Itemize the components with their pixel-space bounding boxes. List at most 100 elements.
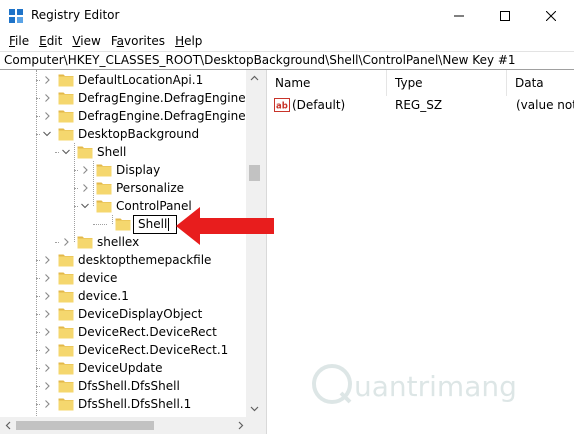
tree-horizontal-scroll-thumb[interactable]: [16, 421, 154, 430]
tree-connector-line: [55, 152, 59, 153]
chevron-down-icon[interactable]: [61, 147, 71, 157]
chevron-right-icon[interactable]: [80, 183, 90, 193]
tree-node[interactable]: DfsShell.DfsShell.1: [0, 395, 246, 413]
minimize-button[interactable]: [436, 0, 482, 31]
column-header-type[interactable]: Type: [387, 70, 507, 96]
tree-connector-line: [74, 188, 78, 189]
chevron-right-icon[interactable]: [42, 309, 52, 319]
menu-view[interactable]: View: [67, 34, 105, 48]
tree-node[interactable]: DeviceDisplayObject: [0, 305, 246, 323]
scroll-left-arrow-icon[interactable]: [4, 421, 13, 430]
watermark-logo-icon: [312, 364, 352, 404]
tree-connector-line: [36, 98, 40, 99]
key-tree-pane: DefaultLocationApi.1 DefragEngine.DefragE…: [0, 70, 263, 434]
tree-connector-line: [55, 242, 59, 243]
close-icon: [546, 10, 556, 21]
tree-node[interactable]: Display: [0, 161, 246, 179]
tree-node-label: Display: [116, 163, 161, 177]
chevron-right-icon[interactable]: [80, 165, 90, 175]
tree-node-label: DefaultLocationApi.1: [78, 73, 204, 87]
value-name: (Default): [292, 98, 346, 112]
folder-icon: [58, 270, 74, 285]
rename-key-input[interactable]: Shell: [133, 215, 177, 234]
folder-icon: [58, 126, 74, 141]
tree-node-label: Personalize: [116, 181, 185, 195]
menu-file[interactable]: File: [4, 34, 34, 48]
tree-node[interactable]: DesktopBackground: [0, 125, 246, 143]
tree-node[interactable]: Personalize: [0, 179, 246, 197]
tree-node-label: device: [78, 271, 118, 285]
folder-icon: [96, 198, 112, 213]
chevron-right-icon[interactable]: [42, 291, 52, 301]
tree-node[interactable]: DfsShell.DfsShell: [0, 377, 246, 395]
string-value-icon: ab: [274, 98, 290, 112]
tree-node-label: DeviceRect.DeviceRect: [78, 325, 217, 339]
rename-key-value: Shell: [138, 217, 168, 231]
chevron-right-icon[interactable]: [42, 255, 52, 265]
tree-node[interactable]: Shell: [0, 143, 246, 161]
tree-connector-line: [36, 296, 40, 297]
tree-connector-line: [93, 224, 107, 225]
tree-node[interactable]: DeviceRect.DeviceRect: [0, 323, 246, 341]
scroll-right-arrow-icon[interactable]: [236, 421, 245, 430]
chevron-right-icon[interactable]: [61, 237, 71, 247]
tree-node[interactable]: DefaultLocationApi.1: [0, 71, 246, 89]
value-data: (value not: [516, 98, 574, 112]
tree-node[interactable]: device.1: [0, 287, 246, 305]
column-header-data[interactable]: Data: [507, 70, 574, 96]
chevron-right-icon[interactable]: [42, 345, 52, 355]
tree-node[interactable]: DeviceRect.DeviceRect.1: [0, 341, 246, 359]
tree-vertical-scroll-thumb[interactable]: [249, 165, 260, 181]
address-bar[interactable]: Computer\HKEY_CLASSES_ROOT\DesktopBackgr…: [0, 51, 574, 70]
values-list-pane: Name Type Data ab (Default) REG_SZ (valu…: [267, 70, 574, 434]
scroll-down-arrow-icon[interactable]: [250, 404, 259, 413]
tree-connector-line: [74, 206, 78, 207]
menu-help[interactable]: Help: [170, 34, 207, 48]
tree-node[interactable]: DefragEngine.DefragEngine.1: [0, 107, 257, 125]
scroll-up-arrow-icon[interactable]: [250, 74, 259, 83]
value-row[interactable]: ab (Default) REG_SZ (value not: [267, 96, 574, 114]
tree-node-label: DfsShell.DfsShell: [78, 379, 180, 393]
tree-node[interactable]: DeviceUpdate: [0, 359, 246, 377]
folder-icon: [115, 216, 131, 231]
tree-node[interactable]: device: [0, 269, 246, 287]
tree-connector-line: [36, 278, 40, 279]
tree-connector-line: [36, 260, 40, 261]
chevron-right-icon[interactable]: [42, 111, 52, 121]
tree-connector-line: [36, 404, 40, 405]
folder-icon: [58, 306, 74, 321]
chevron-right-icon[interactable]: [42, 327, 52, 337]
close-button[interactable]: [528, 0, 574, 31]
folder-icon: [58, 378, 74, 393]
chevron-right-icon[interactable]: [42, 363, 52, 373]
folder-icon: [77, 234, 93, 249]
chevron-right-icon[interactable]: [42, 399, 52, 409]
chevron-right-icon[interactable]: [42, 273, 52, 283]
chevron-right-icon[interactable]: [42, 93, 52, 103]
tree-node-label: device.1: [78, 289, 129, 303]
tree-horizontal-scrollbar[interactable]: [0, 417, 263, 434]
maximize-button[interactable]: [482, 0, 528, 31]
maximize-icon: [500, 10, 510, 21]
chevron-right-icon[interactable]: [42, 381, 52, 391]
chevron-down-icon[interactable]: [42, 129, 52, 139]
chevron-right-icon[interactable]: [42, 75, 52, 85]
menu-favorites[interactable]: Favorites: [106, 34, 170, 48]
menu-edit[interactable]: Edit: [34, 34, 67, 48]
folder-icon: [58, 90, 74, 105]
tree-connector-line: [36, 314, 40, 315]
tree-node-label: DefragEngine.DefragEngine.1: [78, 109, 258, 123]
tree-node-label: shellex: [97, 235, 140, 249]
red-arrow-annotation-icon: [176, 207, 274, 245]
tree-connector-line: [74, 170, 78, 171]
folder-icon: [58, 396, 74, 411]
column-header-name[interactable]: Name: [267, 70, 387, 96]
tree-connector-line: [36, 332, 40, 333]
folder-icon: [58, 288, 74, 303]
tree-node[interactable]: desktopthemepackfile: [0, 251, 246, 269]
tree-node[interactable]: DefragEngine.DefragEngine: [0, 89, 246, 107]
tree-node-label: Shell: [97, 145, 127, 159]
tree-node-label: DeviceDisplayObject: [78, 307, 203, 321]
minimize-icon: [454, 15, 464, 16]
chevron-down-icon[interactable]: [80, 201, 90, 211]
